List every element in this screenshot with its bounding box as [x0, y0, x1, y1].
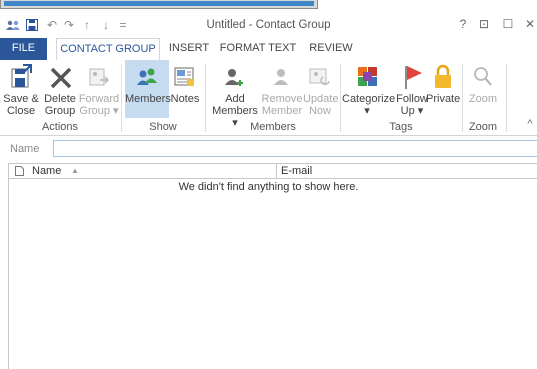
item-type-icon — [15, 166, 24, 179]
delete-group-label-1: Delete — [44, 93, 76, 105]
group-divider — [506, 64, 507, 132]
name-input[interactable] — [53, 140, 537, 157]
tab-file[interactable]: FILE — [0, 38, 47, 60]
group-divider — [121, 64, 122, 132]
delete-group-label-2: Group — [44, 105, 76, 117]
forward-group-icon — [88, 63, 110, 93]
update-now-label-2: Now — [308, 105, 331, 117]
members-button[interactable]: Members — [125, 60, 171, 118]
delete-group-button[interactable]: Delete Group — [42, 60, 78, 118]
tab-insert[interactable]: INSERT — [164, 38, 214, 60]
title-bar: ↶ ↷ ↑ ↓ = Untitled - Contact Group ? ⊡ ☐… — [0, 12, 537, 38]
background-window-edge — [0, 0, 537, 12]
update-now-icon — [309, 63, 331, 93]
sort-ascending-icon: ▲ — [71, 166, 79, 175]
remove-member-button[interactable]: Remove Member — [261, 60, 303, 118]
group-label-actions: Actions — [41, 121, 79, 133]
collapse-ribbon-icon[interactable]: ^ — [524, 118, 536, 130]
group-label-members: Members — [250, 121, 296, 133]
member-list: Name ▲ E-mail — [8, 163, 537, 369]
categorize-label-2: ▾ — [364, 105, 370, 117]
members-label: Members — [125, 93, 171, 105]
column-divider — [276, 164, 277, 178]
save-close-button[interactable]: Save & Close — [2, 60, 40, 118]
forward-group-label-1: Forward — [78, 93, 120, 105]
column-header-name[interactable]: Name — [32, 165, 61, 177]
private-button[interactable]: Private — [426, 60, 460, 118]
update-now-label-1: Update — [303, 93, 339, 105]
group-label-tags: Tags — [389, 121, 413, 133]
group-divider — [340, 64, 341, 132]
categorize-icon — [357, 63, 379, 93]
tab-contact-group[interactable]: CONTACT GROUP — [56, 38, 160, 61]
group-label-zoom: Zoom — [468, 121, 498, 133]
delete-x-icon — [50, 63, 72, 93]
ribbon: Save & Close Delete Group Forward Group ▾ A… — [0, 60, 537, 136]
save-close-label-2: Close — [6, 105, 36, 117]
close-icon[interactable]: ✕ — [522, 17, 537, 31]
empty-list-message: We didn't find anything to show here. — [178, 181, 359, 193]
help-button[interactable]: ? — [455, 17, 471, 31]
notes-button[interactable]: Notes — [170, 60, 200, 118]
follow-up-label-2: Up ▾ — [400, 105, 424, 117]
tab-review[interactable]: REVIEW — [305, 38, 357, 60]
ribbon-tabs: FILE CONTACT GROUP INSERT FORMAT TEXT RE… — [0, 38, 537, 61]
save-close-icon — [11, 63, 33, 93]
add-members-button[interactable]: Add Members ▾ — [209, 60, 261, 129]
remove-member-label-1: Remove — [261, 93, 303, 105]
remove-member-label-2: Member — [261, 105, 303, 117]
name-row: Name — [0, 136, 537, 160]
update-now-button[interactable]: Update Now — [303, 60, 339, 118]
forward-group-label-2: Group ▾ — [79, 105, 119, 117]
tab-format-text[interactable]: FORMAT TEXT — [219, 38, 297, 60]
add-members-label-1: Add — [225, 93, 245, 105]
categorize-label-1: Categorize — [342, 93, 396, 105]
zoom-button[interactable]: Zoom — [465, 60, 501, 118]
column-header-email[interactable]: E-mail — [281, 165, 312, 177]
group-divider — [205, 64, 206, 132]
list-header: Name ▲ E-mail — [9, 164, 537, 179]
private-label: Private — [426, 93, 461, 105]
remove-member-icon — [271, 63, 293, 93]
flag-icon — [402, 63, 424, 93]
group-label-show: Show — [149, 121, 177, 133]
maximize-icon[interactable]: ☐ — [500, 17, 516, 31]
save-close-label-1: Save & — [3, 93, 39, 105]
name-label: Name — [10, 143, 40, 155]
zoom-label: Zoom — [468, 93, 498, 105]
follow-up-label-1: Follow — [396, 93, 428, 105]
notes-label: Notes — [170, 93, 200, 105]
notes-icon — [174, 63, 196, 93]
magnifier-icon — [472, 63, 494, 93]
ribbon-display-options-icon[interactable]: ⊡ — [476, 17, 492, 31]
add-members-icon — [223, 63, 245, 93]
follow-up-button[interactable]: Follow Up ▾ — [394, 60, 430, 118]
forward-group-button[interactable]: Forward Group ▾ — [78, 60, 120, 118]
members-people-icon — [136, 63, 158, 93]
lock-icon — [432, 63, 454, 93]
categorize-button[interactable]: Categorize ▾ — [342, 60, 396, 118]
